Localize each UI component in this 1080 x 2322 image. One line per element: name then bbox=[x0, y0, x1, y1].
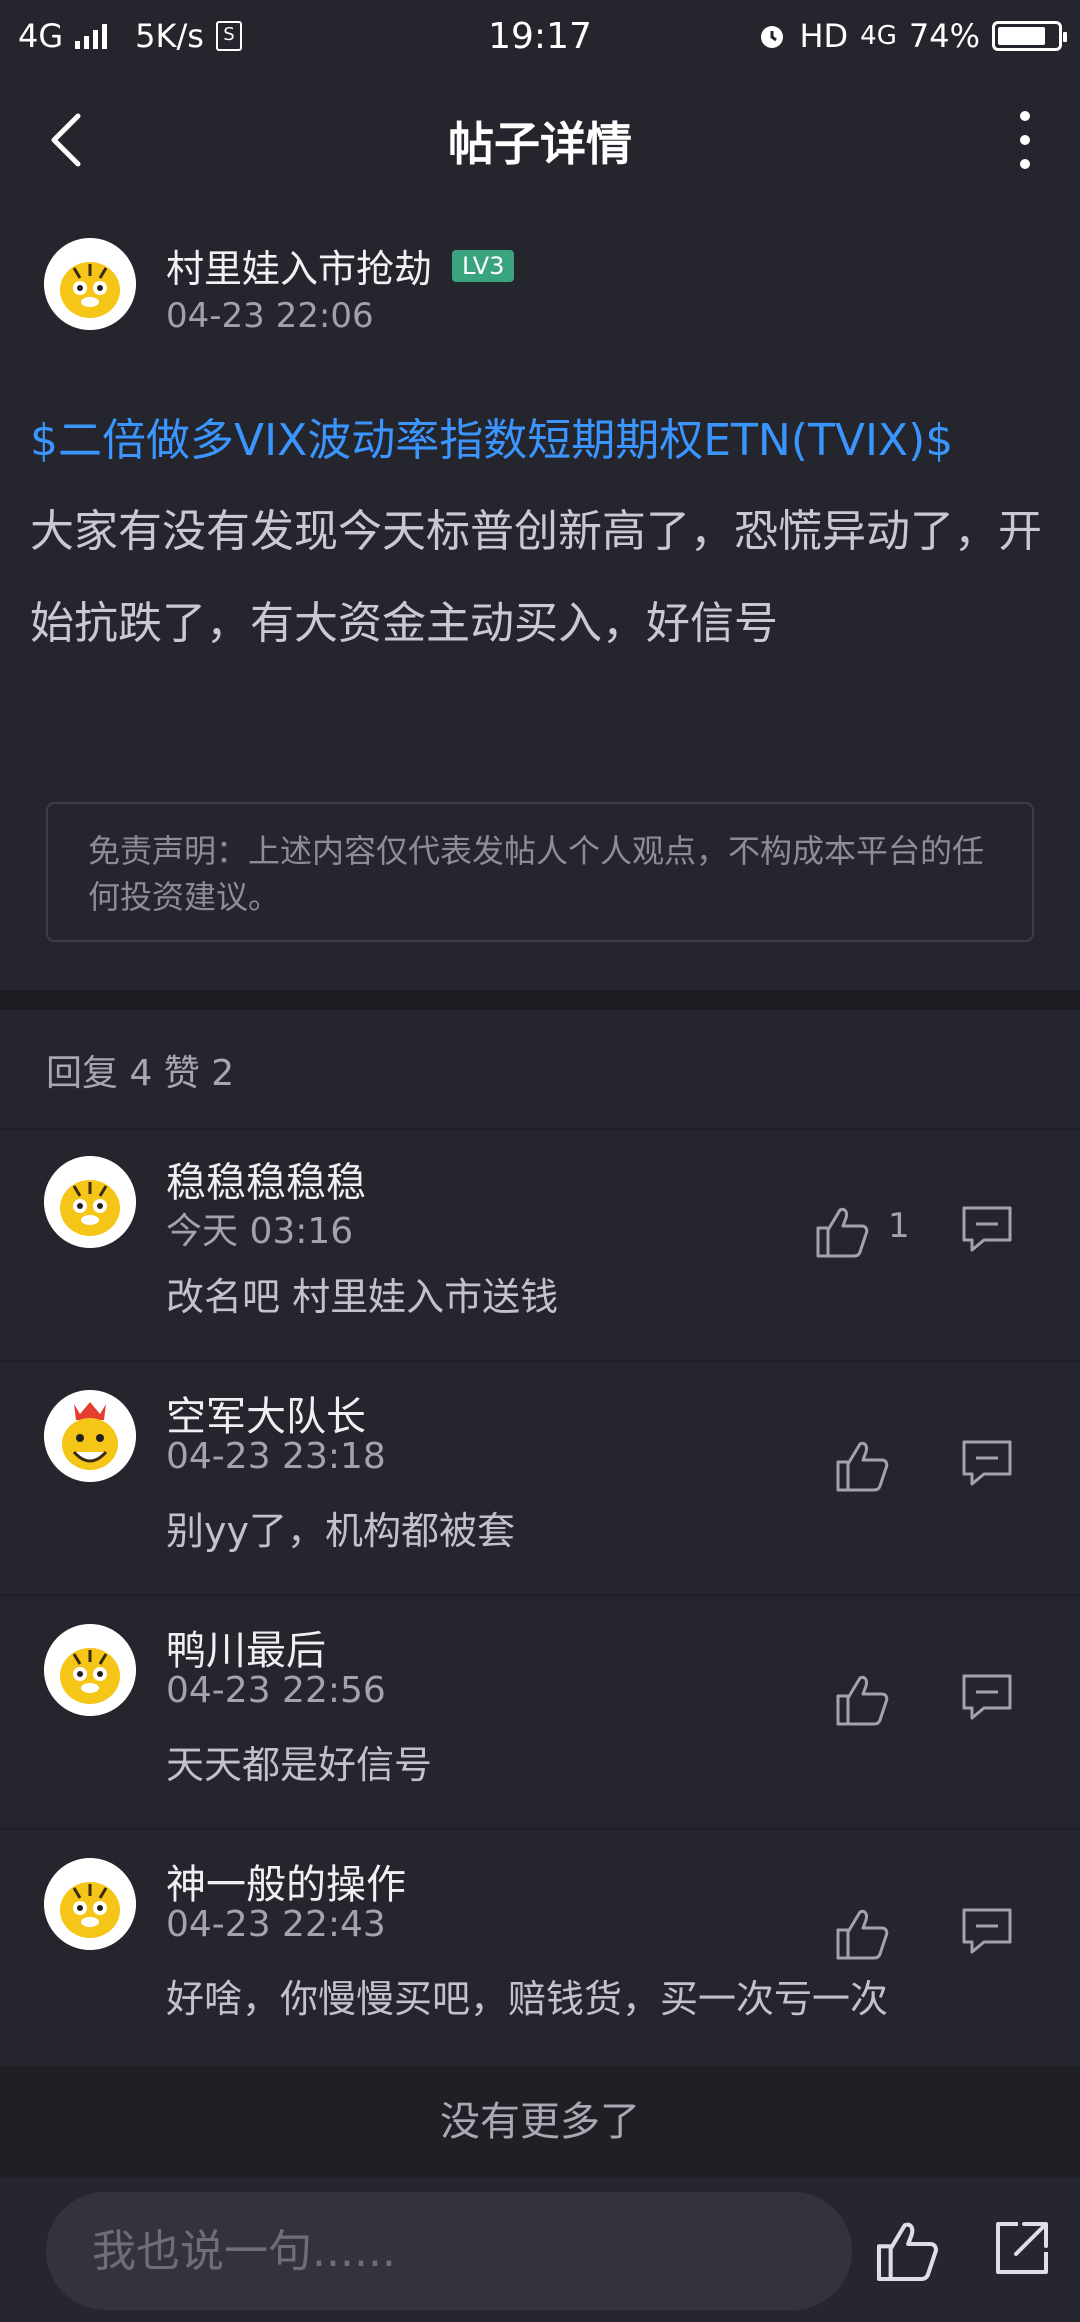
status-bar: 4G 5K/s S 19:17 HD 4G 74% bbox=[0, 0, 1080, 72]
comment-input[interactable] bbox=[46, 2192, 852, 2310]
thumbs-up-icon[interactable] bbox=[832, 1670, 892, 1730]
comment-item: 空军大队长 04-23 23:18 别yy了，机构都被套 bbox=[0, 1364, 1080, 1596]
post-text: 大家有没有发现今天标普创新高了，恐慌异动了，开始抗跌了，有大资金主动买入，好信号 bbox=[30, 506, 1042, 649]
comment-time: 04-23 22:43 bbox=[166, 1904, 386, 1945]
tiger-avatar[interactable] bbox=[44, 1624, 136, 1716]
stock-tag-link[interactable]: $二倍做多VIX波动率指数短期期权ETN(TVIX)$ bbox=[30, 406, 1060, 476]
comment-text: 别yy了，机构都被套 bbox=[166, 1509, 515, 1553]
tiger-avatar[interactable] bbox=[44, 238, 136, 330]
post-header: 村里娃入市抢劫 LV3 04-23 22:06 bbox=[44, 238, 1044, 348]
comment-icon[interactable] bbox=[960, 1202, 1014, 1256]
comment-time: 今天 03:16 bbox=[166, 1211, 354, 1252]
signal-icon bbox=[75, 23, 108, 49]
divider bbox=[0, 1360, 1080, 1362]
status-right: HD 4G 74% bbox=[757, 17, 1067, 55]
page-title: 帖子详情 bbox=[448, 117, 632, 171]
comment-author[interactable]: 稳稳稳稳稳 bbox=[166, 1150, 366, 1208]
status-left: 4G 5K/s S bbox=[18, 17, 242, 55]
divider bbox=[0, 1828, 1080, 1830]
battery-icon bbox=[992, 21, 1067, 51]
thumbs-up-icon[interactable] bbox=[872, 2216, 942, 2286]
battery-percent: 74% bbox=[908, 17, 980, 55]
like-count: 1 bbox=[888, 1206, 910, 1246]
thumbs-up-icon[interactable] bbox=[832, 1436, 892, 1496]
section-divider bbox=[0, 990, 1080, 1010]
comment-icon[interactable] bbox=[960, 1670, 1014, 1724]
author-name[interactable]: 村里娃入市抢劫 bbox=[166, 238, 432, 293]
network-type-2: 4G bbox=[860, 21, 897, 51]
comment-icon[interactable] bbox=[960, 1436, 1014, 1490]
divider bbox=[0, 1594, 1080, 1596]
comment-input-box[interactable] bbox=[46, 2192, 852, 2310]
comment-item: 鸭川最后 04-23 22:56 天天都是好信号 bbox=[0, 1598, 1080, 1830]
app-notification-icon: S bbox=[215, 21, 242, 51]
comment-text: 好啥，你慢慢买吧，赔钱货，买一次亏一次 bbox=[166, 1977, 889, 2021]
comment-author[interactable]: 神一般的操作 bbox=[166, 1852, 406, 1910]
tiger-avatar[interactable] bbox=[44, 1858, 136, 1950]
comment-author[interactable]: 鸭川最后 bbox=[166, 1618, 326, 1676]
post-time: 04-23 22:06 bbox=[166, 296, 374, 336]
network-speed: 5K/s bbox=[135, 17, 204, 55]
comment-text: 改名吧 村里娃入市送钱 bbox=[166, 1275, 559, 1319]
tiger-avatar[interactable] bbox=[44, 1156, 136, 1248]
level-badge: LV3 bbox=[452, 249, 515, 282]
nav-bar: 帖子详情 bbox=[0, 80, 1080, 200]
reply-summary: 回复 4 赞 2 bbox=[46, 1053, 235, 1094]
disclaimer: 免责声明：上述内容仅代表发帖人个人观点，不构成本平台的任何投资建议。 bbox=[46, 802, 1034, 942]
comment-item: 稳稳稳稳稳 今天 03:16 改名吧 村里娃入市送钱 1 bbox=[0, 1130, 1080, 1362]
bottom-bar bbox=[0, 2178, 1080, 2322]
share-icon[interactable] bbox=[990, 2216, 1054, 2280]
comment-item: 神一般的操作 04-23 22:43 好啥，你慢慢买吧，赔钱货，买一次亏一次 bbox=[0, 1832, 1080, 2064]
hd-indicator: HD bbox=[799, 17, 849, 55]
crowned-tiger-avatar[interactable] bbox=[44, 1390, 136, 1482]
comment-text: 天天都是好信号 bbox=[166, 1743, 433, 1787]
network-type: 4G bbox=[18, 17, 64, 55]
thumbs-up-icon[interactable] bbox=[832, 1904, 892, 1964]
comment-time: 04-23 22:56 bbox=[166, 1670, 386, 1711]
comment-author[interactable]: 空军大队长 bbox=[166, 1384, 366, 1442]
comment-icon[interactable] bbox=[960, 1904, 1014, 1958]
comment-time: 04-23 23:18 bbox=[166, 1436, 386, 1477]
thumbs-up-icon[interactable] bbox=[812, 1202, 872, 1262]
no-more-indicator: 没有更多了 bbox=[0, 2066, 1080, 2178]
post-body: $二倍做多VIX波动率指数短期期权ETN(TVIX)$ 大家有没有发现今天标普创… bbox=[30, 406, 1060, 670]
more-vertical-icon[interactable] bbox=[1010, 108, 1040, 172]
post-author[interactable]: 村里娃入市抢劫 LV3 bbox=[166, 238, 515, 293]
alarm-icon bbox=[761, 26, 784, 48]
